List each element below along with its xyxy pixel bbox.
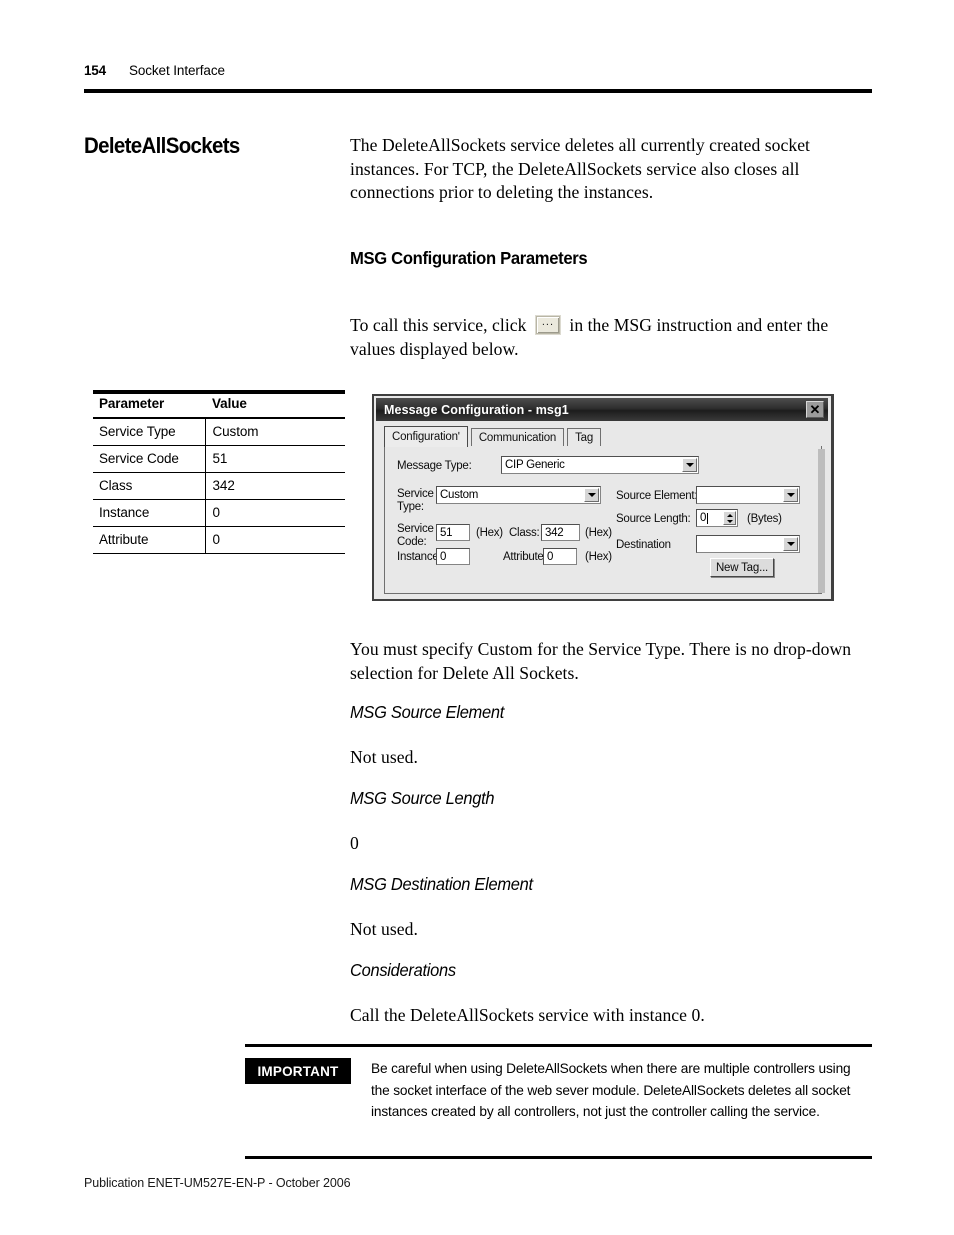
cell-value: 0 [204,499,345,527]
intro-paragraph: The DeleteAllSockets service deletes all… [350,135,810,202]
window-edge-strip [818,449,825,593]
chapter-title: Socket Interface [128,63,225,78]
new-tag-button[interactable]: New Tag... [710,558,774,577]
table-row: Service Type Custom [93,418,345,446]
service-type-label-line2: Type: [397,501,424,513]
table-row: Instance 0 [93,499,345,527]
chevron-down-icon[interactable] [783,488,798,502]
class-hex-label: (Hex) [585,527,612,539]
instance-label: Instance: [397,551,442,563]
msg-configuration-heading: MSG Configuration Parameters [350,248,588,268]
source-element-combo[interactable] [696,486,800,504]
subsection-body-msg-source-length: 0 [350,833,359,853]
cell-value: 342 [204,472,345,500]
table-header-row: Parameter Value [93,393,345,419]
column-header-parameter: Parameter [93,393,205,419]
dialog-frame: Message Configuration - msg1 ✕ Configura… [372,394,834,601]
configuration-tab-page: Message Type: CIP Generic Service Type: … [384,446,822,594]
service-type-combo[interactable]: Custom [436,486,601,504]
page-header: 154 Socket Interface [84,63,872,78]
page-number: 154 [84,63,106,78]
attribute-label: Attribute: [503,551,547,563]
message-type-value: CIP Generic [505,459,565,471]
ellipsis-button-icon[interactable] [535,311,560,335]
table-row: Class 342 [93,472,345,500]
chevron-down-icon[interactable] [783,537,798,551]
important-badge: IMPORTANT [245,1058,351,1084]
table-row: Attribute 0 [93,526,345,554]
class-input[interactable]: 342 [541,524,580,541]
service-code-hex-label: (Hex) [476,527,503,539]
source-length-value: 0 [700,512,707,524]
tab-strip-filler [604,427,822,447]
page-title: DeleteAllSockets [84,133,240,158]
subsection-heading-msg-destination-element: MSG Destination Element [350,874,533,894]
cell-parameter: Attribute [93,526,205,554]
attribute-hex-label: (Hex) [585,551,612,563]
subsection-body-msg-destination-element: Not used. [350,919,418,939]
source-element-label: Source Element: [616,490,698,502]
dialog-edge-highlight [834,400,840,607]
attribute-input[interactable]: 0 [543,548,577,565]
call-service-paragraph: To call this service, click in the MSG i… [350,311,872,361]
message-type-label: Message Type: [397,460,472,472]
custom-service-note: You must specify Custom for the Service … [350,639,852,683]
tab-tag[interactable]: Tag [567,428,602,447]
destination-label: Destination [616,539,671,551]
parameter-table: Parameter Value Service Type Custom Serv… [93,392,345,554]
destination-combo[interactable] [696,535,800,553]
source-length-label: Source Length: [616,513,691,525]
cell-value: Custom [204,418,345,446]
service-code-label-line1: Service [397,523,434,535]
chevron-down-icon[interactable] [682,458,697,472]
subsection-body-msg-source-element: Not used. [350,747,418,767]
cell-parameter: Class [93,472,205,500]
chevron-down-icon[interactable] [584,488,599,502]
source-length-stepper[interactable]: 0 [696,509,738,527]
dialog-title: Message Configuration - msg1 [384,402,569,417]
instance-input[interactable]: 0 [436,548,470,565]
table-row: Service Code 51 [93,445,345,473]
subsection-heading-considerations: Considerations [350,960,456,980]
message-type-combo[interactable]: CIP Generic [501,456,699,474]
text-caret [707,512,709,524]
cell-parameter: Service Code [93,445,205,473]
cell-parameter: Instance [93,499,205,527]
subsection-heading-msg-source-element: MSG Source Element [350,702,505,722]
important-top-rule [245,1044,872,1047]
footer-publication: Publication ENET-UM527E-EN-P - October 2… [84,1176,351,1190]
class-label: Class: [509,527,540,539]
call-service-text-before: To call this service, click [350,315,527,335]
tab-communication[interactable]: Communication [470,428,565,447]
message-configuration-dialog-screenshot: Message Configuration - msg1 ✕ Configura… [372,394,840,607]
important-callout: IMPORTANT Be careful when using DeleteAl… [245,1058,872,1123]
subsection-heading-msg-source-length: MSG Source Length [350,788,495,808]
close-icon[interactable]: ✕ [806,401,824,418]
important-text: Be careful when using DeleteAllSockets w… [371,1061,851,1119]
cell-value: 51 [204,445,345,473]
service-type-value: Custom [440,489,479,501]
subsection-body-considerations: Call the DeleteAllSockets service with i… [350,1005,705,1025]
source-length-units-label: (Bytes) [747,513,782,525]
service-type-label-line1: Service [397,488,434,500]
cell-parameter: Service Type [93,418,205,446]
header-divider [84,89,872,93]
dialog-title-bar: Message Configuration - msg1 ✕ [376,398,828,421]
column-header-value: Value [205,393,345,419]
cell-value: 0 [204,526,345,554]
important-bottom-rule [245,1156,872,1159]
service-code-input[interactable]: 51 [436,524,470,541]
spinner-arrows-icon[interactable] [723,511,736,525]
dialog-tab-strip: Configurationʹ Communication Tag [384,426,822,447]
service-code-label-line2: Code: [397,536,427,548]
dialog-body: Configurationʹ Communication Tag Message… [376,421,828,597]
tab-configuration[interactable]: Configurationʹ [384,426,468,447]
